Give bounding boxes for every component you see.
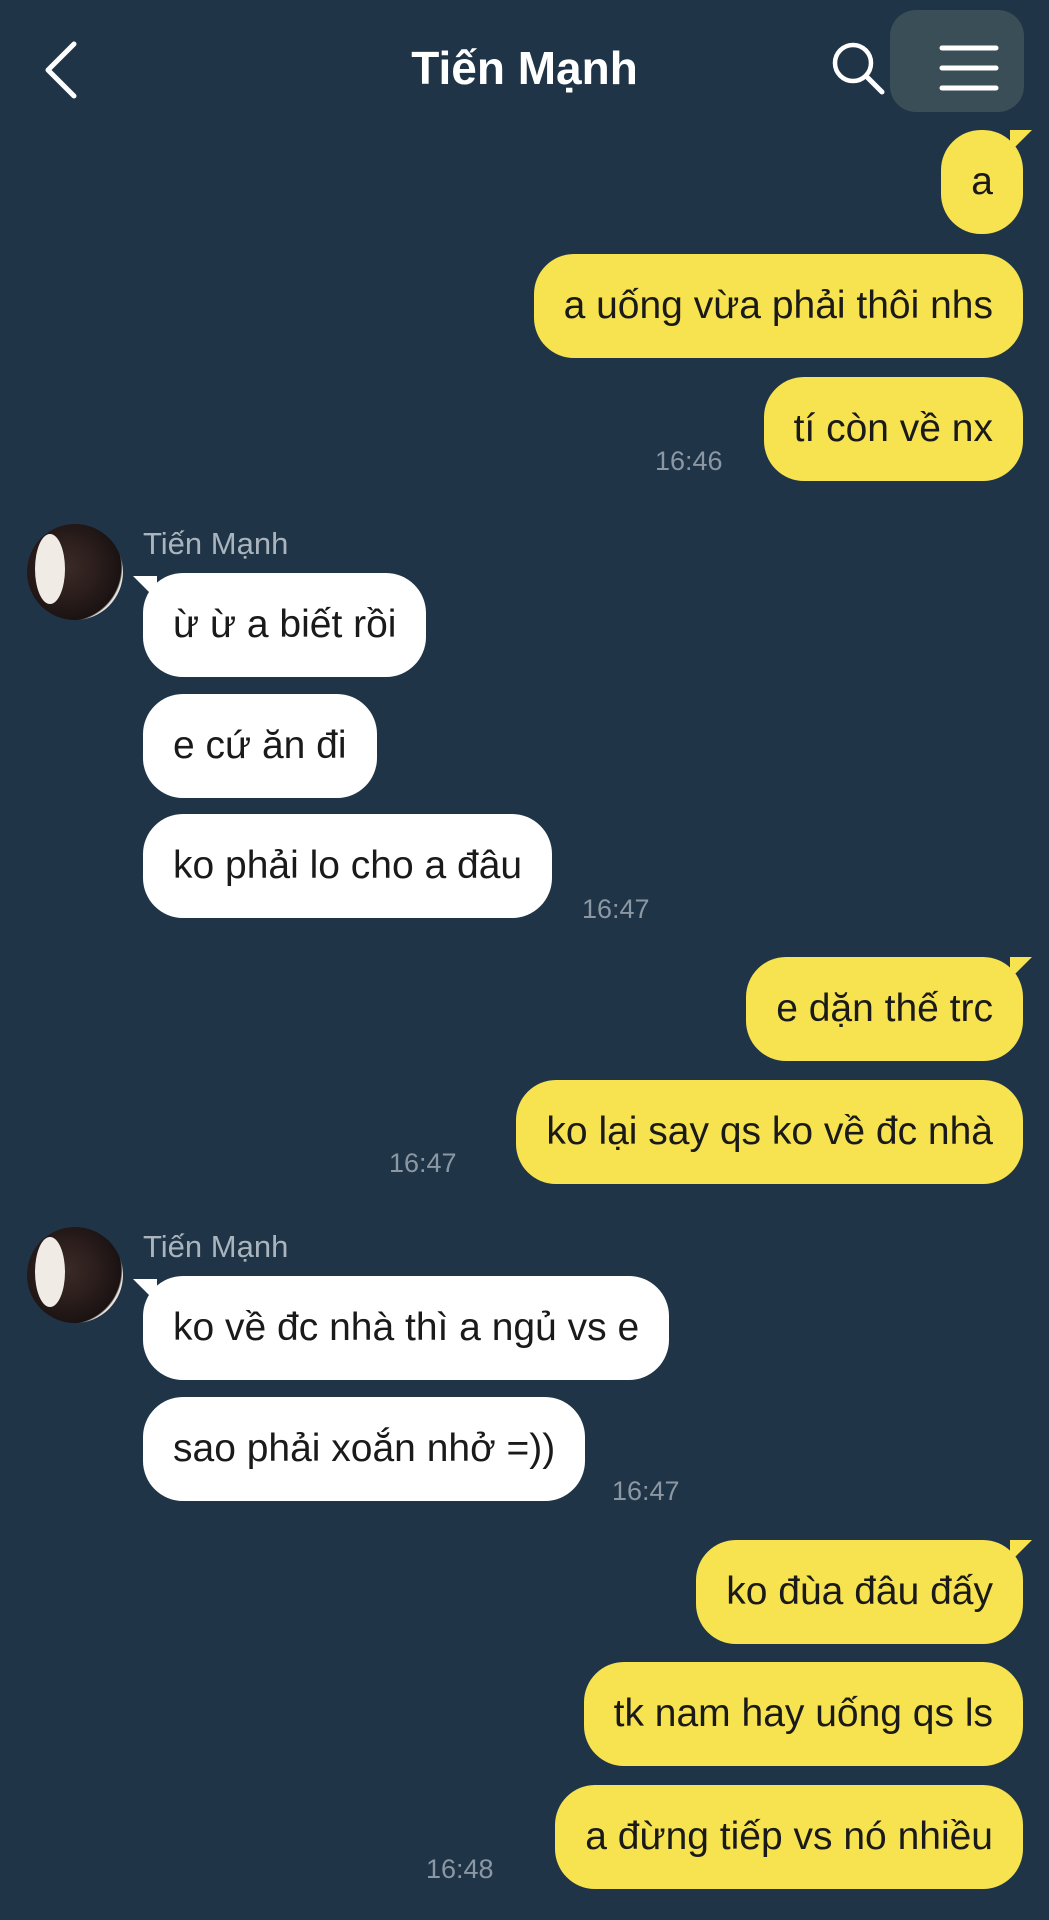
hamburger-menu-icon[interactable]: [938, 42, 1000, 94]
outgoing-message[interactable]: a uống vừa phải thôi nhs: [533, 254, 1023, 358]
sender-name: Tiến Mạnh: [143, 526, 289, 561]
message-text: ừ ừ a biết rồi: [173, 603, 397, 646]
chat-title: Tiến Mạnh: [411, 42, 638, 94]
message-text: e dặn thế trc: [776, 987, 993, 1030]
chat-header: Tiến Mạnh: [0, 0, 1049, 140]
message-text: sao phải xoắn nhở =)): [173, 1427, 556, 1470]
sender-name: Tiến Mạnh: [143, 1229, 289, 1264]
avatar[interactable]: [27, 524, 123, 620]
message-text: e cứ ăn đi: [173, 724, 347, 767]
message-text: ko phải lo cho a đâu: [173, 844, 523, 887]
bubble-tail: [1010, 957, 1032, 979]
message-text: a: [971, 160, 993, 203]
message-text: ko lại say qs ko về đc nhà: [546, 1110, 993, 1153]
message-timestamp: 16:48: [426, 1854, 494, 1884]
message-text: tí còn về nx: [793, 407, 993, 450]
message-text: a uống vừa phải thôi nhs: [563, 284, 993, 327]
message-timestamp: 16:47: [612, 1476, 680, 1506]
incoming-message[interactable]: ko về đc nhà thì a ngủ vs e: [143, 1276, 670, 1380]
incoming-message[interactable]: sao phải xoắn nhở =)): [143, 1397, 586, 1501]
message-text: tk nam hay uống qs ls: [613, 1692, 993, 1735]
incoming-message[interactable]: ko phải lo cho a đâu: [143, 814, 553, 918]
outgoing-message[interactable]: tk nam hay uống qs ls: [583, 1662, 1023, 1766]
avatar[interactable]: [27, 1227, 123, 1323]
bubble-tail: [1010, 130, 1032, 152]
outgoing-message[interactable]: ko lại say qs ko về đc nhà: [516, 1080, 1023, 1184]
message-timestamp: 16:46: [655, 446, 723, 476]
message-text: a đừng tiếp vs nó nhiều: [585, 1815, 993, 1858]
search-icon[interactable]: [830, 40, 886, 96]
message-text: ko đùa đâu đấy: [726, 1570, 993, 1613]
outgoing-message[interactable]: tí còn về nx: [763, 377, 1023, 481]
outgoing-message[interactable]: a đừng tiếp vs nó nhiều: [555, 1785, 1023, 1889]
message-timestamp: 16:47: [582, 894, 650, 924]
message-timestamp: 16:47: [389, 1148, 457, 1178]
outgoing-message[interactable]: ko đùa đâu đấy: [696, 1540, 1023, 1644]
message-text: ko về đc nhà thì a ngủ vs e: [173, 1306, 640, 1349]
incoming-message[interactable]: e cứ ăn đi: [143, 694, 377, 798]
incoming-message[interactable]: ừ ừ a biết rồi: [143, 573, 427, 677]
bubble-tail: [1010, 1540, 1032, 1562]
outgoing-message[interactable]: e dặn thế trc: [746, 957, 1023, 1061]
